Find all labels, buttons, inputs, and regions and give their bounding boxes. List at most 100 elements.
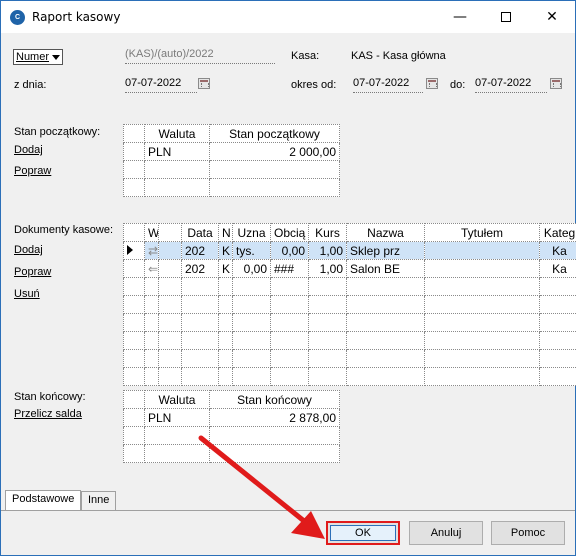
cell-tytulem [424, 241, 540, 260]
row-indicator-header [123, 390, 145, 409]
chevron-down-icon [52, 55, 60, 60]
calendar-icon[interactable] [550, 78, 562, 89]
edit-opening-balance-link[interactable]: Popraw [14, 165, 51, 177]
kasa-label: Kasa: [291, 50, 320, 62]
do-field[interactable]: 07-07-2022 [475, 77, 547, 93]
cell-uzna: 0,00 [232, 259, 271, 278]
numer-dropdown[interactable]: Numer [13, 49, 63, 65]
empty-row[interactable] [123, 277, 576, 296]
empty-row[interactable] [123, 367, 576, 386]
cell-blank [158, 259, 182, 278]
cell-stan: 2 000,00 [209, 142, 340, 161]
table-row[interactable]: PLN 2 000,00 [123, 142, 340, 161]
empty-row[interactable] [123, 331, 576, 350]
calendar-icon[interactable] [198, 78, 210, 89]
row-indicator-header [123, 223, 145, 242]
opening-balance-table[interactable]: Waluta Stan początkowy PLN 2 000,00 [123, 124, 340, 197]
cell-uzna: tys. [232, 241, 271, 260]
transfer-arrows-icon: ⇄ [148, 243, 159, 258]
table-header-row: Waluta Stan początkowy [123, 124, 340, 143]
cancel-button[interactable]: Anuluj [409, 521, 483, 545]
column-header-stan[interactable]: Stan końcowy [209, 390, 340, 409]
column-header-uzna[interactable]: Uzna [232, 223, 271, 242]
column-header-blank [158, 223, 182, 242]
cell-kateg: Ka [539, 259, 576, 278]
maximize-button[interactable] [483, 1, 529, 33]
current-row-arrow-icon [127, 244, 133, 255]
recalculate-balance-link[interactable]: Przelicz salda [14, 408, 82, 420]
cell-tytulem [424, 259, 540, 278]
cell-waluta: PLN [144, 142, 210, 161]
tab-inne[interactable]: Inne [81, 491, 117, 510]
cell-n: K [218, 259, 233, 278]
column-header-data[interactable]: Data [181, 223, 219, 242]
column-header-obcia[interactable]: Obcią [270, 223, 309, 242]
documents-table[interactable]: W Data N Uzna Obcią Kurs Nazwa Tytułem K… [123, 223, 576, 386]
kasa-value[interactable]: KAS - Kasa główna [351, 50, 446, 62]
table-row[interactable]: ⇄ 202 K tys. 0,00 1,00 Sklep prz Ka [123, 241, 576, 260]
report-window: C Raport kasowy — ✕ Numer (KAS)/(auto)/2… [0, 0, 576, 556]
table-row[interactable]: PLN 2 878,00 [123, 408, 340, 427]
column-header-waluta[interactable]: Waluta [144, 390, 210, 409]
cell-blank [158, 241, 182, 260]
cell-obcia: ### [270, 259, 309, 278]
row-indicator-header [123, 124, 145, 143]
document-number-field[interactable]: (KAS)/(auto)/2022 [125, 48, 275, 64]
cell-kurs: 1,00 [308, 241, 347, 260]
cell-data: 202 [181, 259, 219, 278]
annotation-arrow-icon [198, 435, 325, 539]
column-header-w[interactable]: W [144, 223, 159, 242]
cell-nazwa: Salon BE [346, 259, 425, 278]
cell-kurs: 1,00 [308, 259, 347, 278]
column-header-n[interactable]: N [218, 223, 233, 242]
title-bar[interactable]: C Raport kasowy — ✕ [1, 1, 575, 33]
row-indicator [123, 408, 145, 427]
add-opening-balance-link[interactable]: Dodaj [14, 144, 43, 156]
table-header-row: Waluta Stan końcowy [123, 390, 340, 409]
column-header-nazwa[interactable]: Nazwa [346, 223, 425, 242]
okres-od-field[interactable]: 07-07-2022 [353, 77, 423, 93]
transfer-arrow-icon: ⇐ [148, 261, 159, 276]
edit-document-link[interactable]: Popraw [14, 266, 51, 278]
row-indicator [123, 142, 145, 161]
status-icon-cell: ⇐ [144, 259, 159, 278]
empty-row[interactable] [123, 160, 340, 179]
app-icon: C [10, 10, 25, 25]
help-button[interactable]: Pomoc [491, 521, 565, 545]
cell-data: 202 [181, 241, 219, 260]
column-header-stan[interactable]: Stan początkowy [209, 124, 340, 143]
column-header-kurs[interactable]: Kurs [308, 223, 347, 242]
status-icon-cell: ⇄ [144, 241, 159, 260]
okres-od-label: okres od: [291, 79, 337, 91]
empty-row[interactable] [123, 349, 576, 368]
column-header-waluta[interactable]: Waluta [144, 124, 210, 143]
cell-waluta: PLN [144, 408, 210, 427]
maximize-icon [501, 12, 511, 22]
numer-label: Numer [16, 51, 50, 63]
z-dnia-label: z dnia: [14, 79, 47, 91]
row-indicator [123, 241, 145, 260]
dialog-body: Numer (KAS)/(auto)/2022 Kasa: KAS - Kasa… [1, 33, 576, 555]
column-header-kateg[interactable]: Kateg [539, 223, 576, 242]
minimize-button[interactable]: — [437, 1, 483, 33]
calendar-icon[interactable] [426, 78, 438, 89]
empty-row[interactable] [123, 295, 576, 314]
stan-poczatkowy-label: Stan początkowy: [14, 126, 101, 138]
do-label: do: [450, 79, 466, 91]
add-document-link[interactable]: Dodaj [14, 244, 43, 256]
table-header-row: W Data N Uzna Obcią Kurs Nazwa Tytułem K… [123, 223, 576, 242]
cell-stan: 2 878,00 [209, 408, 340, 427]
empty-row[interactable] [123, 313, 576, 332]
table-row[interactable]: ⇐ 202 K 0,00 ### 1,00 Salon BE Ka [123, 259, 576, 278]
cell-obcia: 0,00 [270, 241, 309, 260]
z-dnia-field[interactable]: 07-07-2022 [125, 77, 197, 93]
tab-podstawowe[interactable]: Podstawowe [5, 490, 82, 511]
ok-button-label: OK [355, 527, 371, 539]
column-header-tytulem[interactable]: Tytułem [424, 223, 540, 242]
row-indicator [123, 259, 145, 278]
empty-row[interactable] [123, 178, 340, 197]
cell-nazwa: Sklep prz [346, 241, 425, 260]
close-button[interactable]: ✕ [529, 1, 575, 33]
delete-document-link[interactable]: Usuń [14, 288, 40, 300]
stan-koncowy-label: Stan końcowy: [14, 391, 86, 403]
